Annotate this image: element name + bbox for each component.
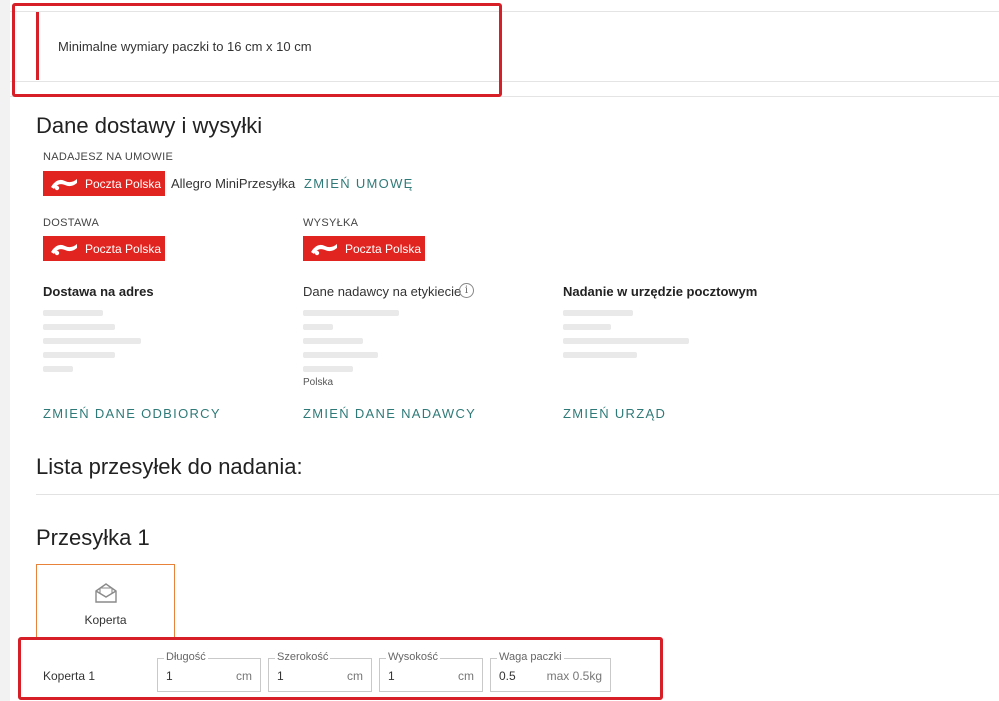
height-value[interactable]: 1 bbox=[388, 669, 395, 683]
weight-value[interactable]: 0.5 bbox=[499, 669, 516, 683]
poczta-polska-logo: Poczta Polska bbox=[43, 171, 165, 196]
office-title: Nadanie w urzędzie pocztowym bbox=[563, 284, 758, 299]
length-field[interactable]: Długość 1 cm bbox=[157, 651, 261, 692]
package-type-koperta[interactable]: Koperta bbox=[36, 564, 175, 638]
recipient-address-redacted bbox=[43, 310, 143, 380]
weight-legend: Waga paczki bbox=[497, 651, 564, 663]
length-legend: Długość bbox=[164, 651, 208, 663]
envelope-icon bbox=[95, 583, 117, 603]
width-value[interactable]: 1 bbox=[277, 669, 284, 683]
package-type-label: Koperta bbox=[84, 613, 127, 627]
width-legend: Szerokość bbox=[275, 651, 331, 663]
notice-text: Minimalne wymiary paczki to 16 cm x 10 c… bbox=[58, 39, 312, 54]
info-icon[interactable]: i bbox=[459, 283, 474, 298]
brand-name: Poczta Polska bbox=[85, 241, 162, 256]
shipment-title: Przesyłka 1 bbox=[36, 525, 150, 550]
address-title: Dostawa na adres bbox=[43, 284, 154, 299]
wysylka-label: WYSYŁKA bbox=[303, 217, 359, 229]
poczta-polska-horn-icon bbox=[51, 178, 77, 190]
width-unit: cm bbox=[347, 669, 363, 683]
section-title-list: Lista przesyłek do nadania: bbox=[36, 454, 303, 479]
post-office-address-redacted bbox=[563, 310, 693, 366]
weight-max: max 0.5kg bbox=[546, 669, 602, 683]
height-field[interactable]: Wysokość 1 cm bbox=[379, 651, 483, 692]
left-rail bbox=[0, 0, 10, 701]
brand-name: Poczta Polska bbox=[85, 176, 162, 191]
poczta-polska-logo: Poczta Polska bbox=[43, 236, 165, 261]
change-contract-link[interactable]: ZMIEŃ UMOWĘ bbox=[304, 176, 414, 191]
divider bbox=[36, 494, 999, 495]
change-office-link[interactable]: ZMIEŃ URZĄD bbox=[563, 406, 666, 421]
height-unit: cm bbox=[458, 669, 474, 683]
poczta-polska-logo: Poczta Polska bbox=[303, 236, 425, 261]
section-title-delivery: Dane dostawy i wysyłki bbox=[36, 113, 263, 138]
dostawa-label: DOSTAWA bbox=[43, 217, 100, 229]
change-sender-link[interactable]: ZMIEŃ DANE NADAWCY bbox=[303, 406, 476, 421]
brand-name: Poczta Polska bbox=[345, 241, 422, 256]
poczta-polska-horn-icon bbox=[311, 243, 337, 255]
change-recipient-link[interactable]: ZMIEŃ DANE ODBIORCY bbox=[43, 406, 221, 421]
length-value[interactable]: 1 bbox=[166, 669, 173, 683]
package-row-label: Koperta 1 bbox=[43, 669, 96, 683]
weight-field[interactable]: Waga paczki 0.5 max 0.5kg bbox=[490, 651, 611, 692]
contract-name: Allegro MiniPrzesyłka bbox=[171, 176, 296, 191]
sender-country: Polska bbox=[303, 377, 334, 388]
length-unit: cm bbox=[236, 669, 252, 683]
sender-title: Dane nadawcy na etykiecie bbox=[303, 284, 462, 299]
contract-label: NADAJESZ NA UMOWIE bbox=[43, 151, 174, 163]
sender-address-redacted bbox=[303, 310, 403, 380]
notice-accent-bar bbox=[36, 12, 39, 80]
width-field[interactable]: Szerokość 1 cm bbox=[268, 651, 372, 692]
height-legend: Wysokość bbox=[386, 651, 441, 663]
poczta-polska-horn-icon bbox=[51, 243, 77, 255]
